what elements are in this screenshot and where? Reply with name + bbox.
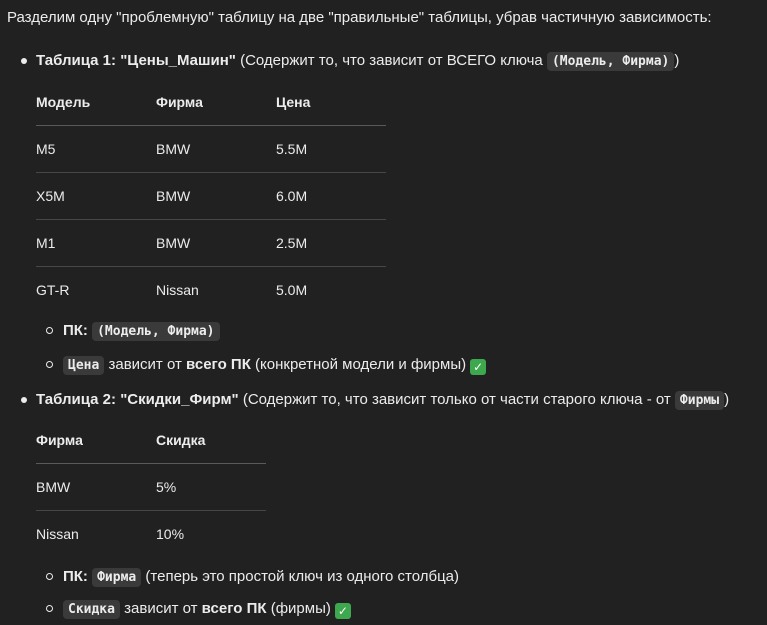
- table1-key-code: (Модель, Фирма): [546, 52, 675, 71]
- cell-brand: BMW: [156, 125, 276, 173]
- table1-heading: Таблица 1: "Цены_Машин" (Содержит то, чт…: [36, 50, 679, 73]
- dep-code: Цена: [63, 356, 105, 375]
- column-header-model: Модель: [36, 79, 156, 126]
- cell-model: M5: [36, 125, 156, 173]
- dep-text-end: (конкретной модели и фирмы): [250, 356, 467, 373]
- sub-bullet-marker: [46, 327, 53, 334]
- table-header-row: Модель Фирма Цена: [36, 79, 386, 126]
- column-header-brand: Фирма: [36, 417, 156, 464]
- cell-brand: BMW: [36, 463, 156, 511]
- table2-heading: Таблица 2: "Скидки_Фирм" (Содержит то, ч…: [36, 389, 729, 412]
- dep-text: зависит от: [119, 600, 202, 617]
- table1-title: Таблица 1: "Цены_Машин": [36, 52, 236, 69]
- cell-brand: Nissan: [36, 526, 79, 542]
- table-row: M1 BMW 2.5M: [36, 219, 386, 267]
- bullet-marker: [21, 397, 27, 403]
- cell-price: 6.0M: [276, 172, 386, 220]
- table-header-row: Фирма Скидка: [36, 417, 266, 464]
- table2-desc-end: ): [724, 391, 730, 408]
- table-brand-discounts: Фирма Скидка BMW 5% Nissan 10%: [36, 417, 266, 557]
- table2-title: Таблица 2: "Скидки_Фирм": [36, 391, 239, 408]
- dep-code: Скидка: [63, 600, 120, 619]
- cell-model: X5M: [36, 172, 156, 220]
- cell-discount: 5%: [156, 463, 266, 511]
- pk-label: ПК:: [63, 322, 88, 339]
- table-car-prices: Модель Фирма Цена M5 BMW 5.5M X5M BMW 6.…: [36, 79, 386, 313]
- dep-bold: всего ПК: [186, 356, 251, 373]
- table1-desc-end: ): [674, 52, 680, 69]
- cell-brand: Nissan: [156, 282, 199, 298]
- table2-desc: (Содержит то, что зависит только от част…: [238, 391, 675, 408]
- pk-label: ПК:: [63, 568, 88, 585]
- table1-desc: (Содержит то, что зависит от ВСЕГО ключа: [235, 52, 547, 69]
- cell-model: GT-R: [36, 282, 70, 298]
- cell-price: 2.5M: [276, 219, 386, 267]
- check-mark-icon: ✓: [334, 603, 351, 619]
- table1-pk-line: ПК: (Модель, Фирма): [63, 320, 220, 343]
- table-row: M5 BMW 5.5M: [36, 125, 386, 173]
- table2-dependency-line: Скидка зависит от всего ПК (фирмы) ✓: [63, 598, 351, 621]
- table-row: BMW 5%: [36, 463, 266, 511]
- dep-text-end: (фирмы): [266, 600, 331, 617]
- cell-discount: 10%: [156, 526, 185, 542]
- pk-code: Фирма: [92, 568, 142, 587]
- cell-brand: BMW: [156, 219, 276, 267]
- column-header-brand: Фирма: [156, 79, 276, 126]
- table2-pk-line: ПК: Фирма (теперь это простой ключ из од…: [63, 566, 459, 589]
- cell-brand: BMW: [156, 172, 276, 220]
- column-header-discount: Скидка: [156, 417, 266, 464]
- cell-model: M1: [36, 219, 156, 267]
- table1-dependency-line: Цена зависит от всего ПК (конкретной мод…: [63, 354, 487, 377]
- message-content: Разделим одну "проблемную" таблицу на дв…: [0, 0, 767, 625]
- dep-bold: всего ПК: [201, 600, 267, 617]
- sub-bullet-marker: [46, 361, 53, 368]
- sub-bullet-marker: [46, 573, 53, 580]
- column-header-price: Цена: [276, 79, 386, 126]
- dep-text: зависит от: [104, 356, 187, 373]
- cell-price: 5.5M: [276, 125, 386, 173]
- intro-text: Разделим одну "проблемную" таблицу на дв…: [7, 9, 712, 26]
- bullet-marker: [21, 58, 27, 64]
- table-row: Nissan 10%: [36, 511, 266, 558]
- cell-price: 5.0M: [276, 282, 308, 298]
- check-mark-icon: ✓: [470, 359, 487, 375]
- table-row: X5M BMW 6.0M: [36, 172, 386, 220]
- pk-code: (Модель, Фирма): [92, 322, 220, 341]
- table-row: GT-R Nissan 5.0M: [36, 267, 386, 314]
- pk-text: (теперь это простой ключ из одного столб…: [141, 568, 460, 585]
- sub-bullet-marker: [46, 605, 53, 612]
- table2-key-code: Фирмы: [674, 391, 725, 410]
